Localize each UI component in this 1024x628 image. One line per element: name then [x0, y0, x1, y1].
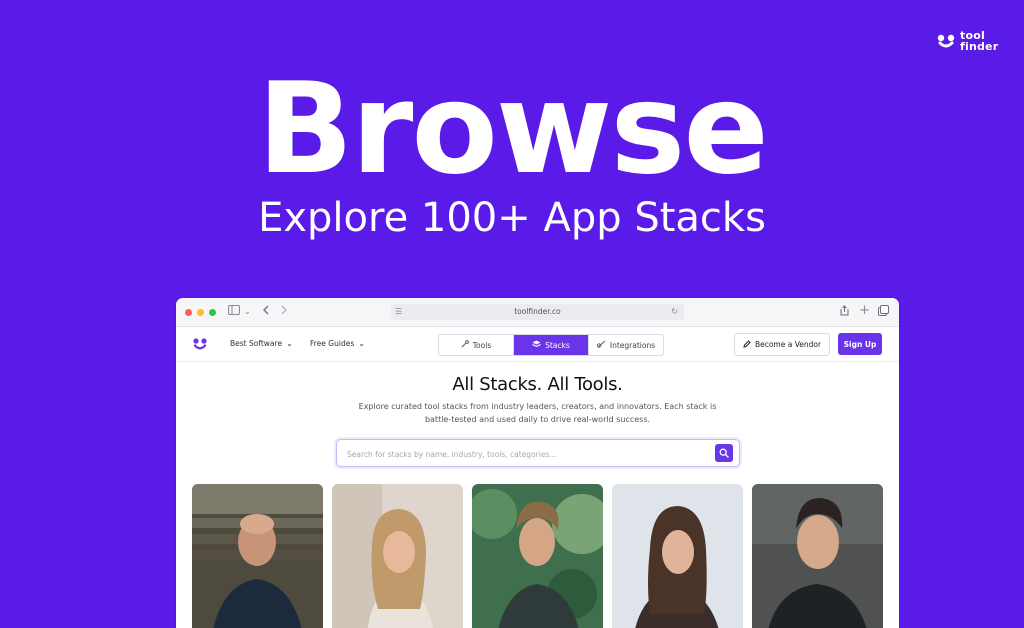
address-bar[interactable]: ☰ toolfinder.co ↻ [391, 304, 684, 320]
page-settings-icon[interactable]: ☰ [395, 304, 402, 320]
person-photo-5 [752, 484, 883, 628]
chevron-down-icon[interactable]: ⌄ [244, 305, 251, 319]
stack-card-2[interactable] [332, 484, 463, 628]
tab-integrations[interactable]: Integrations [588, 335, 663, 355]
person-photo-1 [192, 484, 323, 628]
person-photo-2 [332, 484, 463, 628]
page-description-line1: Explore curated tool stacks from industr… [358, 402, 717, 411]
stack-card-3[interactable] [472, 484, 603, 628]
new-tab-icon[interactable]: + [859, 304, 870, 317]
back-arrow-icon[interactable] [262, 305, 270, 320]
search-input[interactable] [345, 445, 709, 463]
brand-line2: finder [960, 40, 999, 53]
page-description-line2: battle-tested and used daily to drive re… [424, 415, 651, 424]
brand-wordmark: tool finder [960, 30, 998, 52]
tab-tools-label: Tools [472, 340, 492, 350]
search-button[interactable] [715, 444, 733, 462]
browser-window: ⌄ ☰ toolfinder.co ↻ + Best Software ⌄ Fr… [176, 298, 899, 628]
nav-best-software-label: Best Software [230, 339, 283, 348]
tab-stacks-label: Stacks [545, 340, 570, 350]
hero-subtitle: Explore 100+ App Stacks [258, 195, 766, 241]
person-photo-3 [472, 484, 603, 628]
layers-icon [532, 340, 541, 350]
share-icon[interactable] [840, 305, 849, 321]
url-text: toolfinder.co [514, 307, 561, 316]
pencil-icon [743, 339, 751, 350]
view-segmented-control: Tools Stacks Integrations [438, 334, 664, 356]
tab-tools[interactable]: Tools [439, 335, 513, 355]
close-window-button[interactable] [185, 309, 192, 316]
browser-chrome: ⌄ ☰ toolfinder.co ↻ + [176, 298, 899, 327]
person-photo-4 [612, 484, 743, 628]
link-icon [596, 340, 606, 350]
tab-overview-icon[interactable] [878, 305, 889, 321]
chevron-down-icon: ⌄ [358, 339, 365, 348]
hero-title: Browse [257, 55, 769, 202]
sidebar-toggle-icon[interactable] [228, 305, 240, 320]
page-title: All Stacks. All Tools. [452, 374, 623, 395]
become-vendor-button[interactable]: Become a Vendor [734, 333, 830, 356]
stack-card-1[interactable] [192, 484, 323, 628]
minimize-window-button[interactable] [197, 309, 204, 316]
sign-up-label: Sign Up [843, 339, 877, 349]
brand-logo: tool finder [936, 30, 998, 52]
stack-search-box [336, 439, 740, 467]
become-vendor-label: Become a Vendor [754, 340, 822, 349]
nav-free-guides-label: Free Guides [310, 339, 355, 348]
tab-stacks[interactable]: Stacks [513, 335, 588, 355]
nav-free-guides[interactable]: Free Guides ⌄ [310, 339, 365, 348]
stack-card-4[interactable] [612, 484, 743, 628]
wrench-icon [461, 340, 469, 350]
page-description: Explore curated tool stacks from industr… [346, 400, 729, 426]
tab-integrations-label: Integrations [609, 340, 656, 350]
forward-arrow-icon[interactable] [280, 305, 288, 320]
sign-up-button[interactable]: Sign Up [838, 333, 882, 355]
site-navbar: Best Software ⌄ Free Guides ⌄ Tools Stac… [176, 327, 899, 362]
chevron-down-icon: ⌄ [286, 339, 293, 348]
nav-best-software[interactable]: Best Software ⌄ [230, 339, 293, 348]
stack-card-5[interactable] [752, 484, 883, 628]
site-logo-icon[interactable] [192, 336, 208, 352]
search-icon [719, 448, 729, 458]
toolfinder-logo-icon [937, 34, 955, 48]
maximize-window-button[interactable] [209, 309, 216, 316]
reload-icon[interactable]: ↻ [671, 304, 678, 320]
